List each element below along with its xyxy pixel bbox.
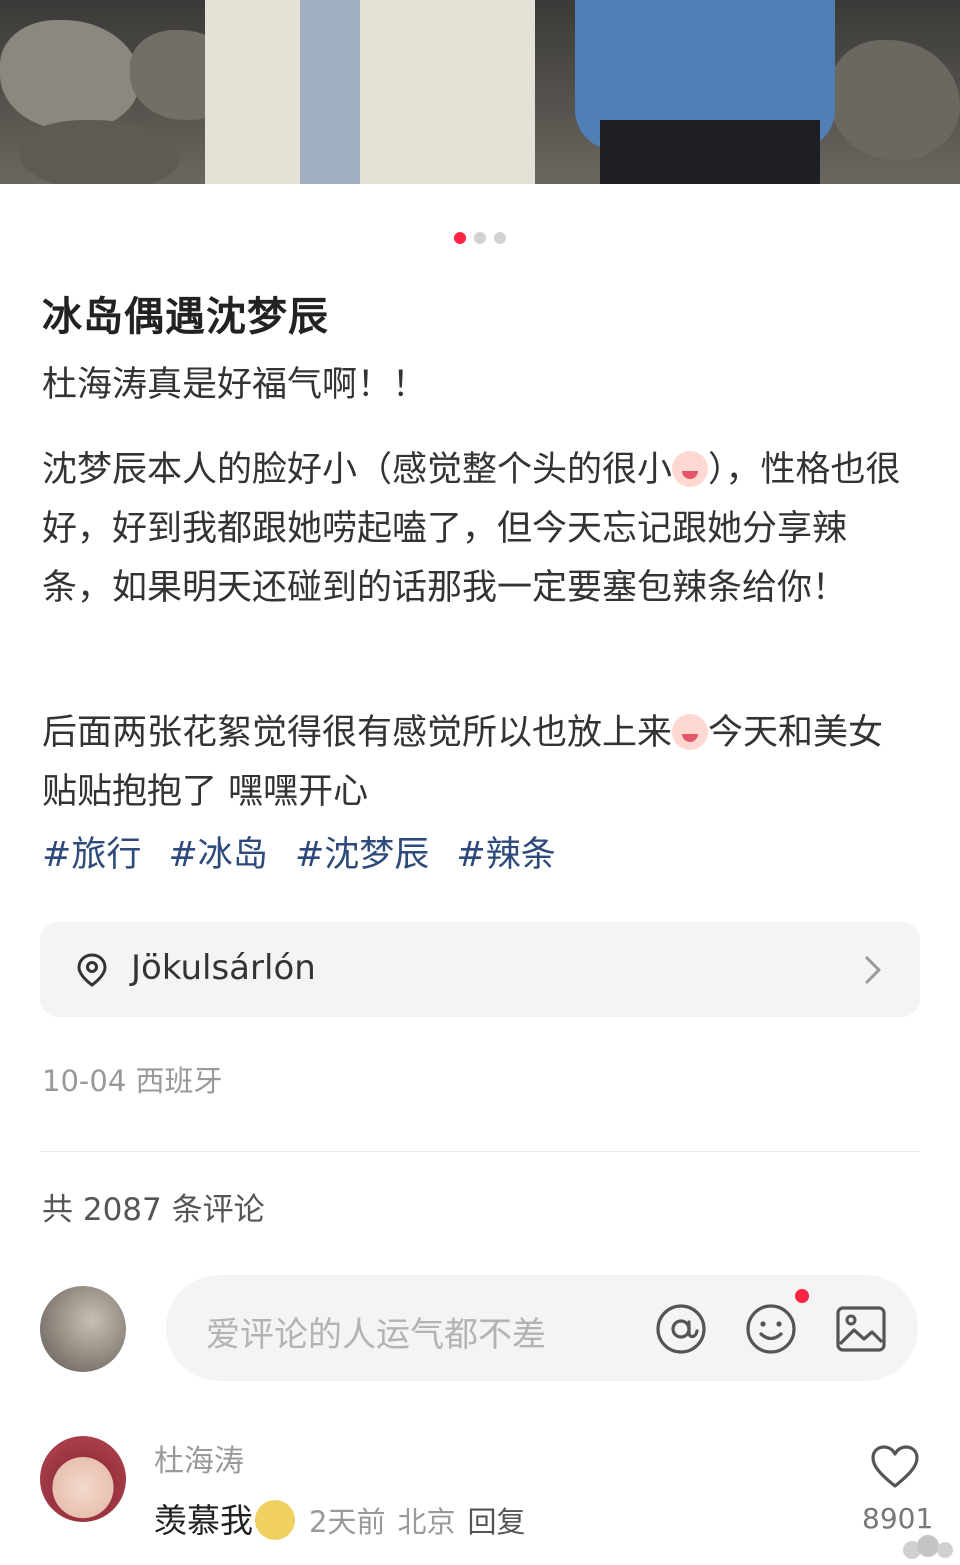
hashtag-link[interactable]: #冰岛 xyxy=(168,835,267,875)
comment-body: 羡慕我 2天前 北京 回复 xyxy=(154,1494,537,1542)
carousel-dot[interactable] xyxy=(474,232,486,244)
comment-author[interactable]: 杜海涛 xyxy=(154,1436,244,1480)
comment-region: 北京 xyxy=(397,1505,456,1539)
avatar[interactable] xyxy=(40,1286,126,1372)
carousel-indicator xyxy=(0,232,960,244)
post-photo[interactable] xyxy=(0,0,960,184)
at-icon[interactable] xyxy=(654,1302,708,1356)
notification-dot xyxy=(795,1289,809,1303)
hashtag-link[interactable]: #旅行 xyxy=(42,835,141,875)
carousel-dot[interactable] xyxy=(494,232,506,244)
chevron-right-icon xyxy=(865,956,881,984)
location-name: Jökulsárlón xyxy=(131,948,316,988)
post-date-region: 10-04 西班牙 xyxy=(42,1064,223,1098)
hashtag-list: #旅行 #冰岛 #沈梦辰 #辣条 xyxy=(42,826,572,877)
photo-pants xyxy=(600,120,820,184)
photo-coat xyxy=(205,0,535,184)
comment-time: 2天前 xyxy=(309,1505,386,1539)
post-paragraph: 沈梦辰本人的脸好小（感觉整个头的很小 ），性格也很好，好到我都跟她唠起嗑了，但今天… xyxy=(42,441,912,618)
location-card[interactable]: Jökulsárlón xyxy=(40,922,920,1017)
section-divider xyxy=(40,1151,920,1152)
comment-meta: 2天前 北京 回复 xyxy=(309,1505,537,1539)
location-pin-icon xyxy=(77,953,107,987)
reply-button[interactable]: 回复 xyxy=(467,1505,525,1539)
image-icon[interactable] xyxy=(834,1302,888,1356)
watermark-logo-icon xyxy=(903,1535,953,1559)
hashtag-link[interactable]: #辣条 xyxy=(456,835,555,875)
photo-rock xyxy=(830,40,960,160)
post-paragraph: 杜海涛真是好福气啊！！ xyxy=(42,365,428,405)
comment-input[interactable]: 爱评论的人运气都不差 xyxy=(166,1275,918,1381)
photo-jeans xyxy=(300,0,360,184)
paragraph-text: 后面两张花絮觉得很有感觉所以也放上来 xyxy=(42,713,673,753)
post-paragraph: 后面两张花絮觉得很有感觉所以也放上来 今天和美女贴贴抱抱了 嘿嘿开心 xyxy=(42,704,912,822)
comment-avatar[interactable] xyxy=(40,1436,126,1522)
paragraph-text: 沈梦辰本人的脸好小（感觉整个头的很小 xyxy=(42,450,673,490)
photo-rock xyxy=(0,20,140,130)
photo-rock xyxy=(20,120,180,184)
laughing-emoji-icon xyxy=(672,714,709,750)
comment-count: 共 2087 条评论 xyxy=(42,1192,265,1228)
post-title: 冰岛偶遇沈梦辰 xyxy=(42,294,329,340)
carousel-dot-active[interactable] xyxy=(454,232,466,244)
emoji-icon[interactable] xyxy=(744,1302,798,1356)
heart-icon[interactable] xyxy=(870,1444,920,1490)
crying-laugh-emoji-icon xyxy=(672,451,709,487)
hashtag-link[interactable]: #沈梦辰 xyxy=(295,835,429,875)
sticker-emoji-icon xyxy=(255,1500,295,1540)
comment-input-placeholder: 爱评论的人运气都不差 xyxy=(206,1315,546,1355)
comment-text: 羡慕我 xyxy=(154,1501,253,1540)
